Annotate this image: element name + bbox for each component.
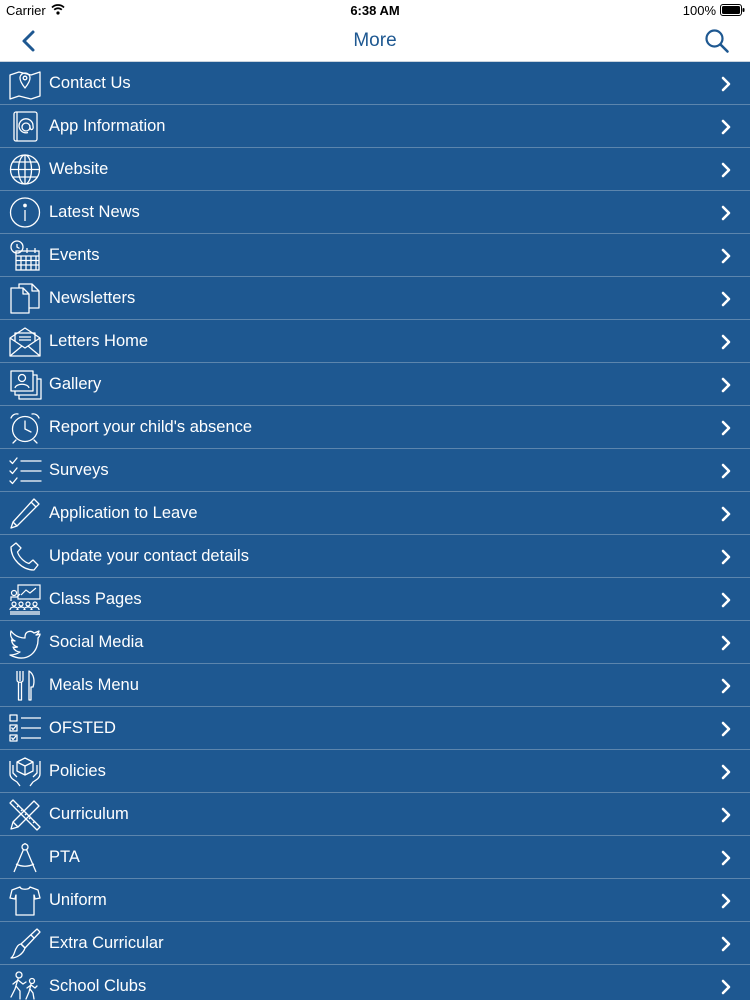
menu-item-label: Letters Home <box>49 332 149 350</box>
chevron-right-icon <box>721 549 731 565</box>
menu-item-label: Application to Leave <box>49 504 198 522</box>
menu-item-contact-us[interactable]: Contact Us <box>0 62 750 105</box>
menu-item-surveys[interactable]: Surveys <box>0 449 750 492</box>
chevron-right-icon <box>721 678 731 694</box>
menu-item-social-media[interactable]: Social Media <box>0 621 750 664</box>
menu-item-meals-menu[interactable]: Meals Menu <box>0 664 750 707</box>
chevron-right-icon <box>721 162 731 178</box>
chevron-right-icon <box>721 334 731 350</box>
battery-icon <box>720 4 745 16</box>
menu-item-curriculum[interactable]: Curriculum <box>0 793 750 836</box>
chevron-right-icon <box>721 291 731 307</box>
menu-item-label: Uniform <box>49 891 107 909</box>
envelope-icon <box>8 325 42 358</box>
menu-item-ofsted[interactable]: OFSTED <box>0 707 750 750</box>
phone-icon <box>8 540 42 573</box>
people-walking-icon <box>8 970 42 1000</box>
alarm-clock-icon <box>8 411 42 444</box>
photos-icon <box>8 368 42 401</box>
menu-item-update-contact-details[interactable]: Update your contact details <box>0 535 750 578</box>
chevron-right-icon <box>721 807 731 823</box>
menu-item-events[interactable]: Events <box>0 234 750 277</box>
menu-item-label: Surveys <box>49 461 109 479</box>
menu-item-label: Class Pages <box>49 590 142 608</box>
page-title: More <box>353 30 397 51</box>
menu-item-label: App Information <box>49 117 166 135</box>
menu-item-app-information[interactable]: App Information <box>0 105 750 148</box>
menu-item-letters-home[interactable]: Letters Home <box>0 320 750 363</box>
classroom-icon <box>8 583 42 616</box>
menu-item-report-absence[interactable]: Report your child's absence <box>0 406 750 449</box>
status-bar: Carrier 6:38 AM 100% <box>0 0 750 20</box>
menu-item-label: Curriculum <box>49 805 129 823</box>
menu-item-application-to-leave[interactable]: Application to Leave <box>0 492 750 535</box>
info-icon <box>8 196 42 229</box>
chevron-right-icon <box>721 721 731 737</box>
menu-item-label: Meals Menu <box>49 676 139 694</box>
address-book-icon <box>8 110 42 143</box>
menu-item-policies[interactable]: Policies <box>0 750 750 793</box>
search-icon <box>705 29 729 53</box>
menu-item-newsletters[interactable]: Newsletters <box>0 277 750 320</box>
menu-item-pta[interactable]: PTA <box>0 836 750 879</box>
chevron-right-icon <box>721 764 731 780</box>
menu-item-label: Extra Curricular <box>49 934 164 952</box>
chevron-right-icon <box>721 893 731 909</box>
menu-item-label: Newsletters <box>49 289 136 307</box>
menu-item-uniform[interactable]: Uniform <box>0 879 750 922</box>
checklist-icon <box>8 454 42 487</box>
chevron-right-icon <box>721 377 731 393</box>
menu-item-label: Website <box>49 160 109 178</box>
chevron-right-icon <box>721 850 731 866</box>
menu-list: Contact Us App Information Website Lates… <box>0 62 750 1000</box>
chevron-right-icon <box>721 463 731 479</box>
menu-item-label: School Clubs <box>49 977 147 995</box>
menu-item-website[interactable]: Website <box>0 148 750 191</box>
menu-item-label: Contact Us <box>49 74 131 92</box>
compass-icon <box>8 841 42 874</box>
hands-box-icon <box>8 755 42 788</box>
menu-item-latest-news[interactable]: Latest News <box>0 191 750 234</box>
menu-item-extra-curricular[interactable]: Extra Curricular <box>0 922 750 965</box>
menu-item-label: OFSTED <box>49 719 116 737</box>
chevron-right-icon <box>721 635 731 651</box>
twitter-bird-icon <box>8 626 42 659</box>
navigation-bar: More <box>0 20 750 62</box>
chevron-right-icon <box>721 119 731 135</box>
menu-item-label: Events <box>49 246 100 264</box>
pencil-ruler-icon <box>8 798 42 831</box>
menu-item-label: Social Media <box>49 633 144 651</box>
chevron-right-icon <box>721 936 731 952</box>
pencil-icon <box>8 497 42 530</box>
paintbrush-icon <box>8 927 42 960</box>
menu-item-school-clubs[interactable]: School Clubs <box>0 965 750 1000</box>
menu-item-gallery[interactable]: Gallery <box>0 363 750 406</box>
menu-item-label: Latest News <box>49 203 140 221</box>
map-pin-icon <box>8 67 42 100</box>
t-shirt-icon <box>8 884 42 917</box>
menu-item-label: Gallery <box>49 375 102 393</box>
checkbox-list-icon <box>8 712 42 745</box>
menu-item-label: Policies <box>49 762 106 780</box>
chevron-right-icon <box>721 248 731 264</box>
globe-icon <box>8 153 42 186</box>
chevron-right-icon <box>721 205 731 221</box>
menu-item-label: PTA <box>49 848 80 866</box>
document-icon <box>8 282 42 315</box>
clock: 6:38 AM <box>350 3 400 18</box>
battery-percentage: 100% <box>682 3 716 18</box>
chevron-right-icon <box>721 506 731 522</box>
chevron-right-icon <box>721 979 731 995</box>
chevron-right-icon <box>721 420 731 436</box>
chevron-right-icon <box>721 592 731 608</box>
search-button[interactable] <box>704 28 730 54</box>
chevron-right-icon <box>721 76 731 92</box>
calendar-clock-icon <box>8 239 42 272</box>
menu-item-label: Report your child's absence <box>49 418 253 436</box>
fork-knife-icon <box>8 669 42 702</box>
menu-item-class-pages[interactable]: Class Pages <box>0 578 750 621</box>
menu-item-label: Update your contact details <box>49 547 249 565</box>
